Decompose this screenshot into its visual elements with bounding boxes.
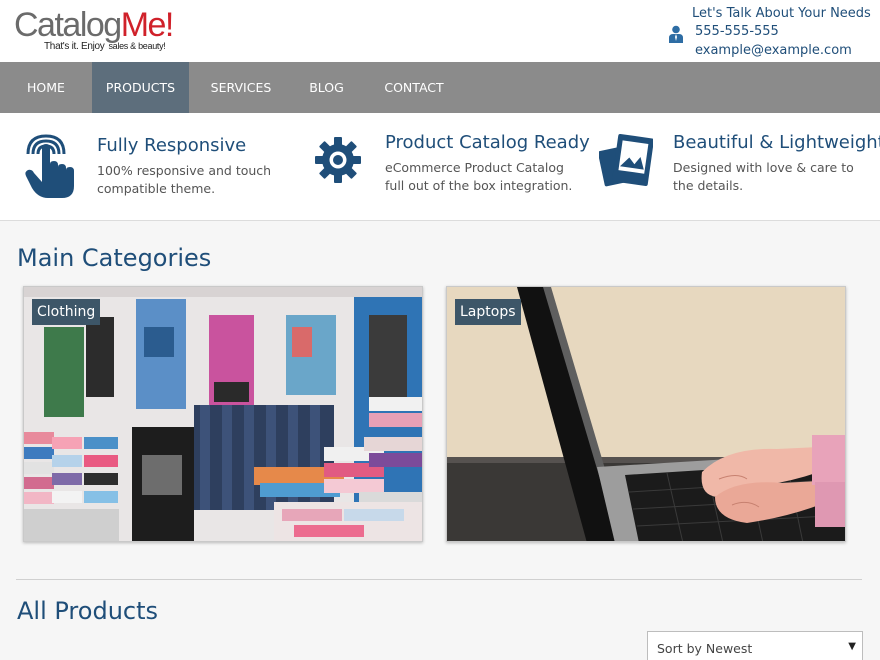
site-header: CatalogMe! That's it. Enjoy sales & beaut… xyxy=(0,0,880,62)
category-label: Clothing xyxy=(32,299,101,325)
logo-wordmark: CatalogMe! xyxy=(14,6,174,44)
feature-title: Beautiful & Lightweight xyxy=(673,132,880,153)
contact-title: Let's Talk About Your Needs xyxy=(692,6,871,21)
features-bar: Fully Responsive 100% responsive and tou… xyxy=(0,113,880,221)
sort-select[interactable]: Sort by Newest ▼ xyxy=(647,631,863,660)
touch-hand-icon xyxy=(25,134,74,198)
nav-item-products[interactable]: Products xyxy=(92,62,189,113)
nav-item-blog[interactable]: Blog xyxy=(289,62,364,113)
section-divider xyxy=(16,579,862,580)
gear-icon xyxy=(315,137,361,183)
nav-item-contact[interactable]: Contact xyxy=(364,62,464,113)
category-card-clothing[interactable]: Clothing xyxy=(23,286,423,542)
user-icon xyxy=(669,25,683,43)
clothing-image xyxy=(24,287,422,541)
laptop-image xyxy=(447,287,845,541)
feature-text: 100% responsive and touch compatible the… xyxy=(97,163,272,196)
main-nav: Home Products Services Blog Contact xyxy=(0,62,880,113)
sort-select-value: Sort by Newest xyxy=(657,641,753,656)
site-logo[interactable]: CatalogMe! That's it. Enjoy sales & beaut… xyxy=(14,6,194,56)
feature-text: Designed with love & care to the details… xyxy=(673,160,854,193)
nav-item-home[interactable]: Home xyxy=(0,62,92,113)
chevron-down-icon: ▼ xyxy=(848,641,856,652)
feature-title: Product Catalog Ready xyxy=(385,132,590,153)
category-label: Laptops xyxy=(455,299,521,325)
photos-icon xyxy=(599,134,653,187)
feature-title: Fully Responsive xyxy=(97,135,247,156)
contact-email[interactable]: example@example.com xyxy=(695,43,852,58)
contact-phone[interactable]: 555-555-555 xyxy=(695,24,779,39)
feature-text: eCommerce Product Catalog full out of th… xyxy=(385,160,573,193)
header-contact: Let's Talk About Your Needs 555-555-555 … xyxy=(668,5,871,61)
logo-tagline: That's it. Enjoy sales & beauty! xyxy=(44,41,166,52)
nav-item-services[interactable]: Services xyxy=(193,62,289,113)
category-card-laptops[interactable]: Laptops xyxy=(446,286,846,542)
products-title: All Products xyxy=(17,597,159,625)
categories-title: Main Categories xyxy=(17,244,212,272)
main-content: Main Categories Clothing Laptops All Pro… xyxy=(0,221,880,660)
